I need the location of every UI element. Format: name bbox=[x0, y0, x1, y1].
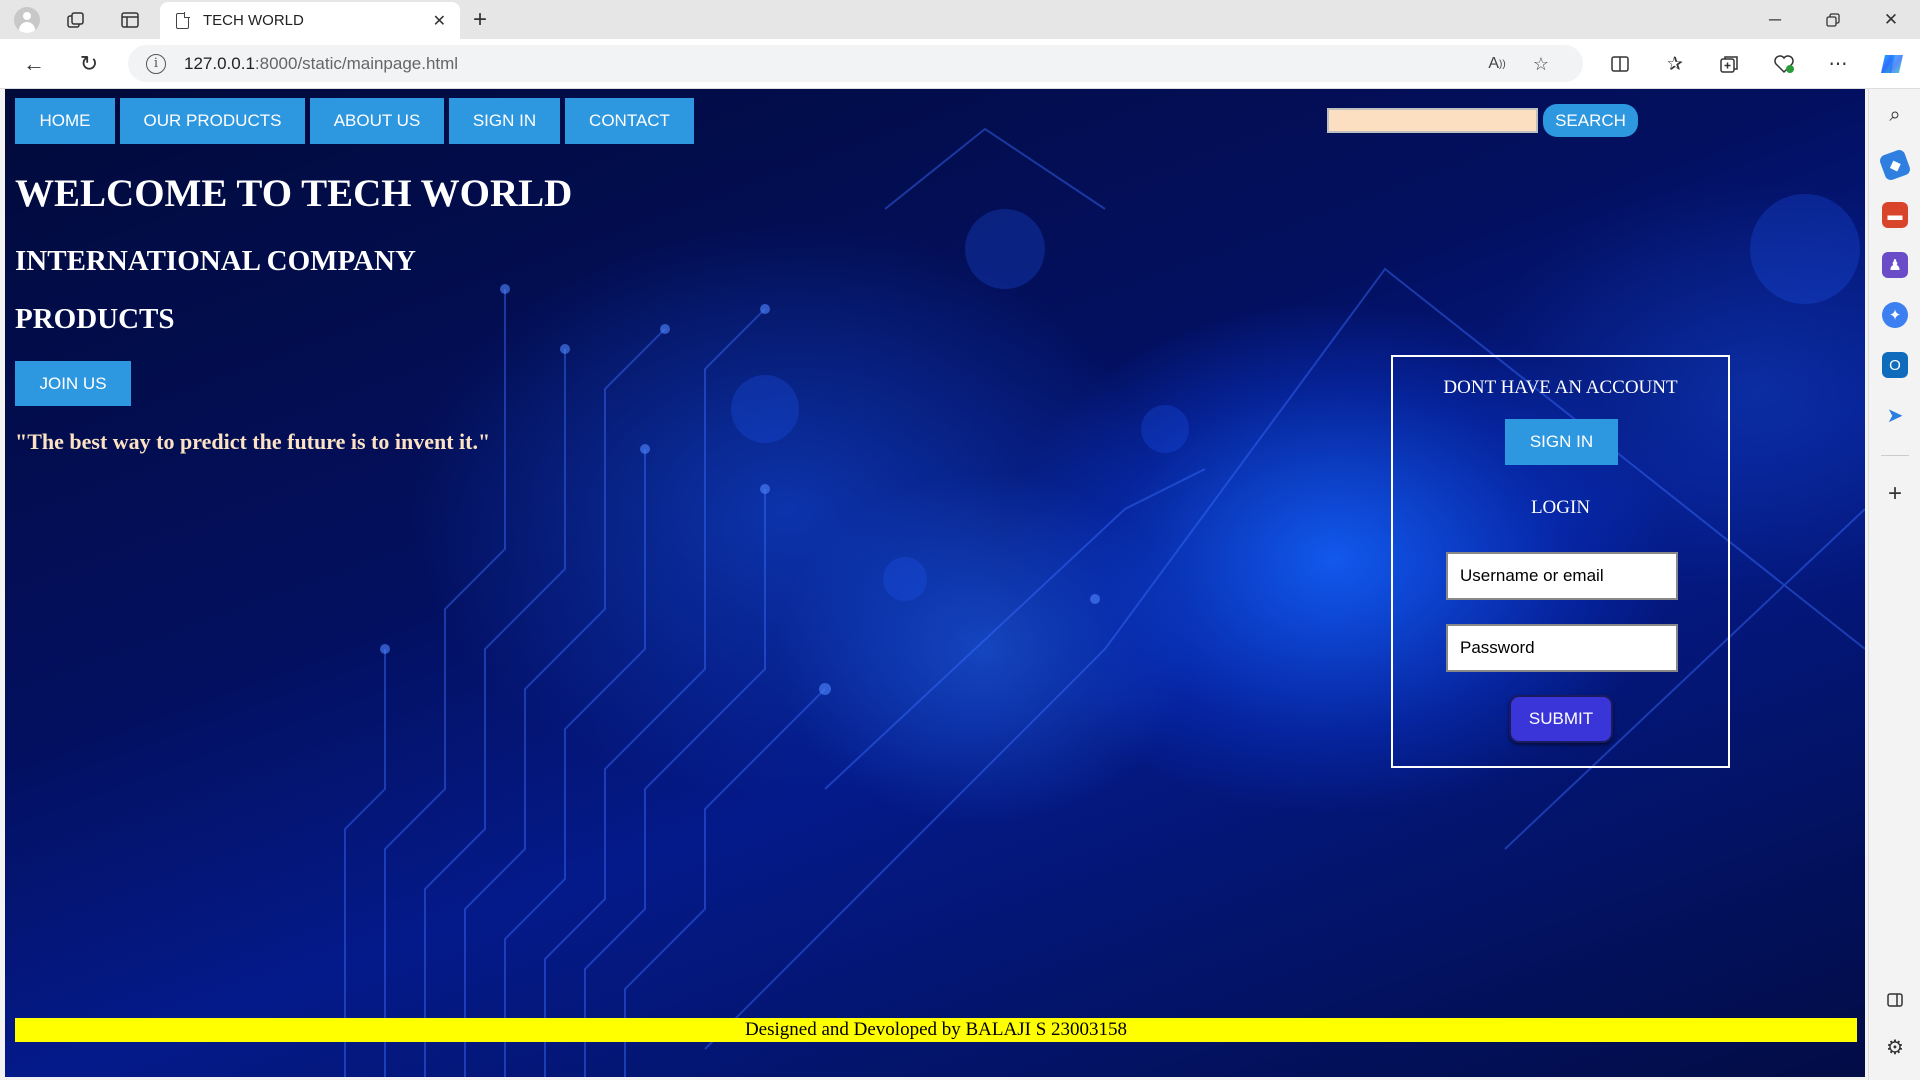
subheading-company: INTERNATIONAL COMPANY bbox=[15, 245, 416, 277]
panel-icon[interactable] bbox=[1882, 987, 1908, 1013]
tab-actions-icon[interactable] bbox=[116, 6, 144, 34]
read-aloud-icon[interactable]: A)) bbox=[1483, 50, 1511, 78]
tools-icon[interactable]: ▬ bbox=[1882, 202, 1908, 228]
quote-text: "The best way to predict the future is t… bbox=[15, 429, 491, 454]
new-tab-icon[interactable]: + bbox=[466, 6, 494, 34]
browser-essentials-icon[interactable] bbox=[1769, 50, 1799, 78]
no-account-label: DONT HAVE AN ACCOUNT bbox=[1443, 377, 1678, 398]
sidebar-divider bbox=[1881, 455, 1909, 456]
games-icon[interactable]: ♟ bbox=[1882, 252, 1908, 278]
search-button[interactable]: SEARCH bbox=[1543, 104, 1638, 137]
back-icon[interactable]: ← bbox=[19, 50, 49, 78]
submit-button[interactable]: SUBMIT bbox=[1509, 695, 1613, 743]
browser-sidebar: ⌕ ◆ ▬ ♟ ✦ O ➤ + ⚙ bbox=[1868, 89, 1920, 1080]
password-field[interactable]: Password bbox=[1446, 624, 1678, 672]
collections-icon[interactable] bbox=[1714, 50, 1744, 78]
nav-sign-in[interactable]: SIGN IN bbox=[449, 98, 560, 144]
main-nav: HOME OUR PRODUCTS ABOUT US SIGN IN CONTA… bbox=[15, 98, 699, 144]
browser-tab-bar: TECH WORLD ✕ + ─ ✕ bbox=[0, 0, 1920, 39]
subheading-products: PRODUCTS bbox=[15, 303, 175, 335]
login-heading: LOGIN bbox=[1530, 497, 1591, 518]
search-input[interactable] bbox=[1327, 108, 1538, 133]
favorite-star-icon[interactable]: ☆ bbox=[1527, 50, 1555, 78]
minimize-icon[interactable]: ─ bbox=[1752, 6, 1798, 34]
refresh-icon[interactable]: ↻ bbox=[74, 50, 104, 78]
panel-sign-in-button[interactable]: SIGN IN bbox=[1505, 419, 1618, 465]
username-field[interactable]: Username or email bbox=[1446, 552, 1678, 600]
shopping-tag-icon[interactable]: ◆ bbox=[1878, 148, 1912, 182]
profile-icon[interactable] bbox=[13, 6, 41, 34]
document-icon bbox=[176, 11, 190, 29]
page-title: WELCOME TO TECH WORLD bbox=[15, 172, 573, 215]
active-tab[interactable]: TECH WORLD ✕ bbox=[160, 2, 460, 39]
page-footer: Designed and Devoloped by BALAJI S 23003… bbox=[15, 1018, 1857, 1042]
address-bar-row: ← ↻ i 127.0.0.1:8000/static/mainpage.htm… bbox=[0, 39, 1920, 89]
search-icon[interactable]: ⌕ bbox=[1882, 102, 1908, 128]
outlook-icon[interactable]: O bbox=[1882, 352, 1908, 378]
workspaces-icon[interactable] bbox=[62, 6, 90, 34]
login-panel: DONT HAVE AN ACCOUNT SIGN IN LOGIN Usern… bbox=[1391, 355, 1730, 768]
restore-icon[interactable] bbox=[1810, 6, 1856, 34]
join-us-button[interactable]: JOIN US bbox=[15, 361, 131, 406]
tab-title: TECH WORLD bbox=[203, 12, 304, 29]
microsoft365-icon[interactable]: ✦ bbox=[1882, 302, 1908, 328]
url-field[interactable]: i 127.0.0.1:8000/static/mainpage.html A)… bbox=[128, 45, 1583, 82]
copilot-icon[interactable] bbox=[1877, 50, 1907, 78]
url-host: 127.0.0.1 bbox=[184, 53, 255, 73]
close-icon[interactable]: ✕ bbox=[433, 11, 446, 31]
more-icon[interactable]: ⋯ bbox=[1823, 50, 1853, 78]
nav-our-products[interactable]: OUR PRODUCTS bbox=[120, 98, 305, 144]
url-text[interactable]: 127.0.0.1:8000/static/mainpage.html bbox=[184, 54, 458, 74]
nav-home[interactable]: HOME bbox=[15, 98, 115, 144]
info-icon[interactable]: i bbox=[146, 53, 166, 74]
send-icon[interactable]: ➤ bbox=[1882, 402, 1908, 428]
add-icon[interactable]: + bbox=[1882, 480, 1908, 507]
settings-icon[interactable]: ⚙ bbox=[1882, 1034, 1908, 1060]
favorites-icon[interactable]: ✰ bbox=[1660, 50, 1690, 78]
nav-contact[interactable]: CONTACT bbox=[565, 98, 694, 144]
window-close-icon[interactable]: ✕ bbox=[1868, 6, 1914, 34]
split-screen-icon[interactable] bbox=[1605, 50, 1635, 78]
nav-about-us[interactable]: ABOUT US bbox=[310, 98, 444, 144]
url-path: :8000/static/mainpage.html bbox=[254, 53, 459, 73]
page-viewport: HOME OUR PRODUCTS ABOUT US SIGN IN CONTA… bbox=[5, 89, 1865, 1077]
